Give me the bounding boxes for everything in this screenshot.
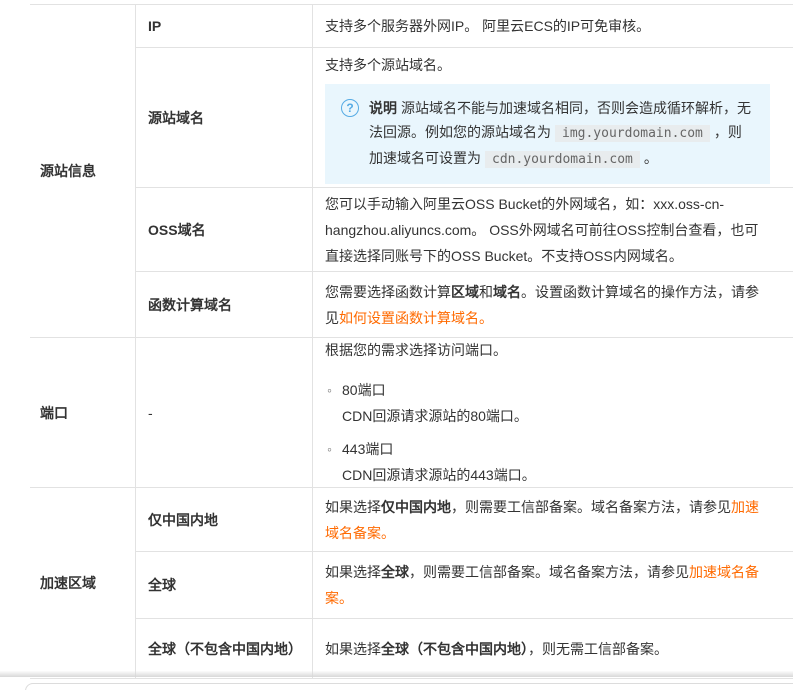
row-label-cn-only: 仅中国内地: [136, 488, 312, 551]
row-label-fc-domain: 函数计算域名: [136, 272, 312, 337]
table-row-origin-domain: 源站域名 支持多个源站域名。 ? 说明源站域名不能与加速域名相同，否则会造成循环…: [136, 47, 793, 187]
section-label-text: 端口: [40, 403, 68, 423]
section-label-port: 端口: [30, 338, 135, 487]
desc-text: 支持多个服务器外网IP。 阿里云ECS的IP可免审核。: [325, 13, 770, 39]
link-how-to-set-fc-domain[interactable]: 如何设置函数计算域名: [339, 310, 479, 326]
row-label-ip: IP: [136, 5, 312, 47]
section-origin-info: 源站信息 IP 支持多个服务器外网IP。 阿里云ECS的IP可免审核。 源站域名: [30, 4, 793, 337]
question-circle-icon: ?: [341, 99, 359, 117]
row-desc-port: 根据您的需求选择访问端口。 80端口 CDN回源请求源站的80端口。 443端口…: [312, 338, 793, 487]
desc-text: 如果选择全球（不包含中国内地），则无需工信部备案。: [325, 636, 770, 662]
row-desc-cn-only: 如果选择仅中国内地，则需要工信部备案。域名备案方法，请参见加速域名备案。: [312, 488, 793, 551]
table-row-global: 全球 如果选择全球，则需要工信部备案。域名备案方法，请参见加速域名备案。: [136, 551, 793, 618]
code-inline: cdn.yourdomain.com: [485, 151, 640, 168]
table-row-oss-domain: OSS域名 您可以手动输入阿里云OSS Bucket的外网域名，如：xxx.os…: [136, 187, 793, 271]
row-desc-global-ex-cn: 如果选择全球（不包含中国内地），则无需工信部备案。: [312, 619, 793, 678]
section-label-text: 加速区域: [40, 573, 96, 593]
row-label-global-ex-cn: 全球（不包含中国内地）: [136, 619, 312, 678]
table-row-global-ex-cn: 全球（不包含中国内地） 如果选择全球（不包含中国内地），则无需工信部备案。: [136, 618, 793, 678]
page-bottom-divider: [0, 671, 793, 677]
desc-text: 您需要选择函数计算区域和域名。设置函数计算域名的操作方法，请参见如何设置函数计算…: [325, 279, 770, 331]
table-row-ip: IP 支持多个服务器外网IP。 阿里云ECS的IP可免审核。: [136, 5, 793, 47]
code-inline: img.yourdomain.com: [555, 125, 710, 142]
list-item-port-80: 80端口 CDN回源请求源站的80端口。: [325, 377, 770, 429]
row-desc-oss-domain: 您可以手动输入阿里云OSS Bucket的外网域名，如：xxx.oss-cn-h…: [312, 188, 793, 271]
section-label-region: 加速区域: [30, 488, 135, 678]
row-desc-ip: 支持多个服务器外网IP。 阿里云ECS的IP可免审核。: [312, 5, 793, 47]
row-label-oss-domain: OSS域名: [136, 188, 312, 271]
section-label-origin: 源站信息: [30, 5, 135, 337]
port-list: 80端口 CDN回源请求源站的80端口。 443端口 CDN回源请求源站的443…: [325, 370, 770, 487]
list-item-desc: CDN回源请求源站的443端口。: [342, 462, 770, 487]
row-label-origin-domain: 源站域名: [136, 48, 312, 187]
intro-text: 根据您的需求选择访问端口。: [325, 338, 770, 363]
section-acceleration-region: 加速区域 仅中国内地 如果选择仅中国内地，则需要工信部备案。域名备案方法，请参见…: [30, 487, 793, 679]
row-desc-global: 如果选择全球，则需要工信部备案。域名备案方法，请参见加速域名备案。: [312, 552, 793, 618]
intro-text: 支持多个源站域名。: [325, 52, 770, 78]
bottom-card-panel: [25, 683, 793, 690]
row-label-global: 全球: [136, 552, 312, 618]
note-text: 说明源站域名不能与加速域名相同，否则会造成循环解析，无法回源。例如您的源站域名为…: [369, 96, 754, 172]
list-item-desc: CDN回源请求源站的80端口。: [342, 403, 770, 429]
row-desc-origin-domain: 支持多个源站域名。 ? 说明源站域名不能与加速域名相同，否则会造成循环解析，无法…: [312, 48, 793, 187]
list-item-port-443: 443端口 CDN回源请求源站的443端口。: [325, 436, 770, 487]
desc-text: 如果选择仅中国内地，则需要工信部备案。域名备案方法，请参见加速域名备案。: [325, 494, 770, 546]
list-item-title: 443端口: [342, 436, 770, 462]
note-title: 说明: [369, 100, 397, 116]
section-port: 端口 - 根据您的需求选择访问端口。 80端口 CDN回源请求源站的80端口。: [30, 337, 793, 487]
desc-text: 您可以手动输入阿里云OSS Bucket的外网域名，如：xxx.oss-cn-h…: [325, 191, 770, 269]
table-row-port: - 根据您的需求选择访问端口。 80端口 CDN回源请求源站的80端口。 443…: [136, 338, 793, 487]
row-desc-fc-domain: 您需要选择函数计算区域和域名。设置函数计算域名的操作方法，请参见如何设置函数计算…: [312, 272, 793, 337]
note-box: ? 说明源站域名不能与加速域名相同，否则会造成循环解析，无法回源。例如您的源站域…: [325, 84, 770, 184]
desc-text: 如果选择全球，则需要工信部备案。域名备案方法，请参见加速域名备案。: [325, 559, 770, 611]
docs-page: 源站信息 IP 支持多个服务器外网IP。 阿里云ECS的IP可免审核。 源站域名: [0, 0, 793, 690]
row-label-port: -: [136, 338, 312, 487]
table-row-cn-only: 仅中国内地 如果选择仅中国内地，则需要工信部备案。域名备案方法，请参见加速域名备…: [136, 488, 793, 551]
section-label-text: 源站信息: [40, 161, 96, 181]
list-item-title: 80端口: [342, 377, 770, 403]
cdn-domain-settings-table: 源站信息 IP 支持多个服务器外网IP。 阿里云ECS的IP可免审核。 源站域名: [30, 4, 793, 679]
table-row-fc-domain: 函数计算域名 您需要选择函数计算区域和域名。设置函数计算域名的操作方法，请参见如…: [136, 271, 793, 337]
